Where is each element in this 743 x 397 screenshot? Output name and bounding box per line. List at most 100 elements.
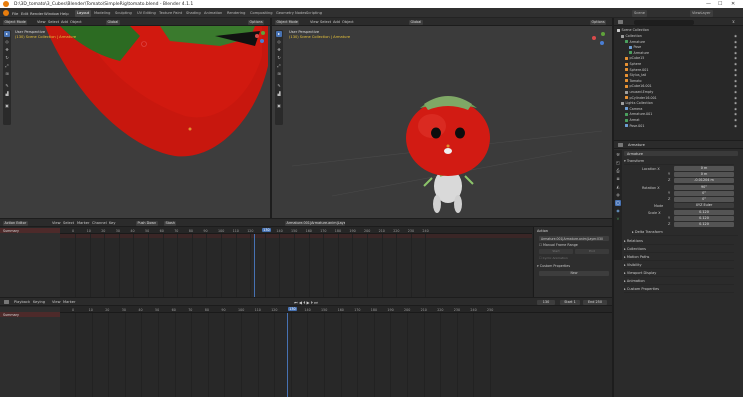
add-cube-tool-icon[interactable]: ▣ xyxy=(4,103,10,109)
ae-menu-view[interactable]: View xyxy=(52,221,61,225)
move-tool-icon[interactable]: ✥ xyxy=(4,47,10,53)
measure-tool-icon-right[interactable]: ▟ xyxy=(276,91,282,97)
section-collections[interactable]: ▸ Collections xyxy=(624,247,734,253)
tl-menu-view[interactable]: View xyxy=(52,300,61,304)
sidebar-action-field[interactable]: Armature.001|Armature.anim|Layer.030 xyxy=(539,236,609,241)
timeline-keyframe-area[interactable] xyxy=(60,313,612,397)
menu-render[interactable]: Render xyxy=(30,11,44,16)
options-button-right[interactable]: Options xyxy=(590,19,607,25)
menu-add-right[interactable]: Add xyxy=(333,20,340,24)
tab-rendering[interactable]: Rendering xyxy=(225,10,247,17)
mode-dropdown[interactable]: Object Mode xyxy=(3,19,28,25)
menu-help[interactable]: Help xyxy=(60,11,69,16)
visibility-eye-icon[interactable]: ◉ xyxy=(734,79,737,83)
outliner-item[interactable]: Sphere.001 ◉ xyxy=(617,68,740,73)
playback-controls[interactable]: ⏮ ◀ ⏴ ▶ ⏵ ⏭ xyxy=(294,300,318,305)
visibility-eye-icon[interactable]: ◉ xyxy=(734,40,737,44)
outliner-item[interactable]: pCylinder16.001 ◉ xyxy=(617,96,740,101)
end-frame-field[interactable]: End 250 xyxy=(583,299,607,305)
ae-menu-marker[interactable]: Marker xyxy=(77,221,89,225)
view-layer-selector[interactable]: ViewLayer xyxy=(690,9,713,17)
tab-compositing[interactable]: Compositing xyxy=(248,10,275,17)
add-cube-tool-icon-right[interactable]: ▣ xyxy=(276,103,282,109)
section-animation[interactable]: ▸ Animation xyxy=(624,279,734,285)
world-tab-icon[interactable]: ◍ xyxy=(615,192,621,198)
viewport-right[interactable]: Object Mode View Select Add Object Globa… xyxy=(272,18,612,218)
summary-channel[interactable]: Summary xyxy=(0,228,60,233)
rotation-x-field[interactable]: 90° xyxy=(674,185,734,190)
menu-object-right[interactable]: Object xyxy=(342,20,354,24)
tab-uv-editing[interactable]: UV Editing xyxy=(135,10,158,17)
visibility-eye-icon[interactable]: ◉ xyxy=(734,62,737,66)
visibility-eye-icon[interactable]: ◉ xyxy=(734,107,737,111)
move-tool-icon-right[interactable]: ✥ xyxy=(276,47,282,53)
scale-tool-icon-right[interactable]: ⤢ xyxy=(276,63,282,69)
object-name-field[interactable]: Armature xyxy=(624,151,738,156)
visibility-eye-icon[interactable]: ◉ xyxy=(734,124,737,128)
visibility-eye-icon[interactable]: ◉ xyxy=(734,56,737,60)
outliner-item[interactable]: Collection ◉ xyxy=(617,34,740,39)
scale-tool-icon[interactable]: ⤢ xyxy=(4,63,10,69)
measure-tool-icon[interactable]: ▟ xyxy=(4,91,10,97)
menu-file[interactable]: File xyxy=(12,11,18,16)
menu-view-right[interactable]: View xyxy=(310,20,319,24)
rotate-tool-icon-right[interactable]: ↻ xyxy=(276,55,282,61)
location-z-field[interactable]: -0.01204 m xyxy=(674,178,734,183)
visibility-eye-icon[interactable]: ◉ xyxy=(734,45,737,49)
location-x-field[interactable]: 0 m xyxy=(674,166,734,171)
menu-view[interactable]: View xyxy=(37,20,46,24)
menu-edit[interactable]: Edit xyxy=(21,11,28,16)
outliner-item[interactable]: Pose ◉ xyxy=(617,45,740,50)
tool-tab-icon[interactable]: ⚒ xyxy=(615,152,621,158)
visibility-eye-icon[interactable]: ◉ xyxy=(734,101,737,105)
manual-frame-range-checkbox[interactable]: ☐ Manual Frame Range xyxy=(539,243,578,247)
options-button[interactable]: Options xyxy=(248,19,265,25)
location-y-field[interactable]: 0 m xyxy=(674,172,734,177)
select-tool-icon-right[interactable]: ▸ xyxy=(276,31,282,37)
scale-y-field[interactable]: 0.120 xyxy=(674,216,734,221)
blender-menu-icon[interactable] xyxy=(3,10,9,16)
visibility-eye-icon[interactable]: ◉ xyxy=(734,73,737,77)
outliner-item[interactable]: Lights Collection ◉ xyxy=(617,101,740,106)
armature-data-tab-icon[interactable]: ⋎ xyxy=(615,216,621,222)
cursor-tool-icon[interactable]: ◎ xyxy=(4,39,10,45)
outliner-item[interactable]: Sphere ◉ xyxy=(617,62,740,67)
outliner-item[interactable]: pCube16.001 ◉ xyxy=(617,84,740,89)
visibility-eye-icon[interactable]: ◉ xyxy=(734,96,737,100)
visibility-eye-icon[interactable]: ◉ xyxy=(734,90,737,94)
tl-menu-playback[interactable]: Playback xyxy=(14,300,30,304)
action-editor-ruler[interactable]: 0 10 20 30 40 50 60 70 80 90 100 110 120 130 140 150 160… xyxy=(60,227,532,234)
scene-tab-icon[interactable]: ◭ xyxy=(615,184,621,190)
current-frame-indicator[interactable]: 130 xyxy=(261,228,272,232)
scale-x-field[interactable]: 0.120 xyxy=(674,210,734,215)
outliner-item[interactable]: Pose.001 ◉ xyxy=(617,124,740,129)
tab-shading[interactable]: Shading xyxy=(184,10,203,17)
annotate-tool-icon[interactable]: ✎ xyxy=(4,83,10,89)
outliner-item[interactable]: unused.Empty ◉ xyxy=(617,90,740,95)
rotation-y-field[interactable]: 0° xyxy=(674,191,734,196)
cursor-tool-icon-right[interactable]: ◎ xyxy=(276,39,282,45)
transform-tool-icon-right[interactable]: ⊞ xyxy=(276,71,282,77)
outliner-item[interactable]: Tomato ◉ xyxy=(617,79,740,84)
outliner-item[interactable]: Armat ◉ xyxy=(617,118,740,123)
physics-tab-icon[interactable]: ◉ xyxy=(615,208,621,214)
menu-add[interactable]: Add xyxy=(61,20,68,24)
render-tab-icon[interactable]: ◰ xyxy=(615,160,621,166)
visibility-eye-icon[interactable]: ◉ xyxy=(734,51,737,55)
mode-dropdown-right[interactable]: Object Mode xyxy=(275,19,300,25)
outliner-item[interactable]: Armature ◉ xyxy=(617,40,740,45)
view-layer-tab-icon[interactable]: ≣ xyxy=(615,176,621,182)
menu-window[interactable]: Window xyxy=(44,11,59,16)
rotate-tool-icon[interactable]: ↻ xyxy=(4,55,10,61)
outliner-item[interactable]: Camera ◉ xyxy=(617,107,740,112)
section-relations[interactable]: ▸ Relations xyxy=(624,239,734,245)
rotation-mode-dropdown[interactable]: XYZ Euler xyxy=(674,203,734,208)
outliner-item[interactable]: pCube15 ◉ xyxy=(617,56,740,61)
visibility-eye-icon[interactable]: ◉ xyxy=(734,118,737,122)
scale-z-field[interactable]: 0.120 xyxy=(674,222,734,227)
menu-select-right[interactable]: Select xyxy=(320,20,331,24)
filter-icon[interactable]: ⊻ xyxy=(732,19,735,24)
navigation-gizmo[interactable] xyxy=(252,30,268,46)
timeline-playhead-line[interactable] xyxy=(287,313,288,397)
tab-scripting[interactable]: Scripting xyxy=(304,10,324,17)
